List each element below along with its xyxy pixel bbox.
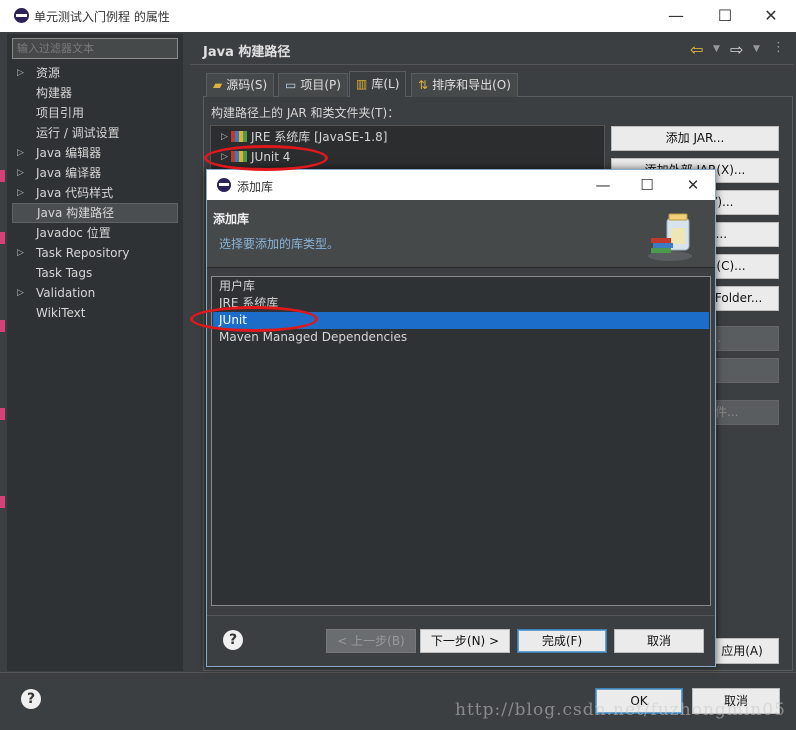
maximize-button[interactable]: ☐: [631, 173, 663, 197]
sidebar-item-label: Javadoc 位置: [36, 226, 111, 240]
sidebar-item-label: Java 代码样式: [36, 186, 114, 200]
sidebar-item-label: WikiText: [36, 306, 86, 320]
menu-icon[interactable]: ⋮: [772, 40, 785, 55]
divider: [207, 615, 715, 616]
tab-order-export[interactable]: ⇅ 排序和导出(O): [411, 73, 518, 97]
order-export-icon: ⇅: [418, 78, 429, 92]
eclipse-icon: [217, 178, 231, 192]
dialog-title: 添加库: [237, 180, 274, 194]
project-folder-icon: ▭: [285, 78, 297, 92]
tab-label: 源码(S): [226, 78, 268, 92]
annotation-ellipse-junit: [190, 306, 318, 332]
tab-label: 库(L): [371, 77, 400, 91]
arrow-left-icon[interactable]: ⇦: [690, 40, 703, 59]
expand-arrow-icon[interactable]: ▷: [17, 183, 24, 203]
list-item-maven-dependencies[interactable]: Maven Managed Dependencies: [213, 329, 709, 346]
tab-label: 排序和导出(O): [432, 78, 511, 92]
window-titlebar: 单元测试入门例程 的属性 — ☐ ✕: [0, 0, 796, 32]
expand-arrow-icon[interactable]: ▷: [17, 63, 24, 83]
sidebar-item-java-editor[interactable]: ▷ Java 编辑器: [12, 143, 178, 163]
editor-edge-mark: [0, 232, 5, 244]
sidebar-item-task-tags[interactable]: Task Tags: [12, 263, 178, 283]
sidebar-item-validation[interactable]: ▷ Validation: [12, 283, 178, 303]
sidebar-item-label: 构建器: [36, 86, 73, 100]
library-row-jre[interactable]: ▷ JRE 系统库 [JavaSE-1.8]: [221, 127, 387, 147]
dialog-header: [207, 200, 715, 268]
apply-button[interactable]: 应用(A): [705, 638, 779, 664]
chevron-down-icon[interactable]: ▼: [713, 44, 720, 54]
jar-section-label: 构建路径上的 JAR 和类文件夹(T)：: [211, 106, 400, 120]
tab-projects[interactable]: ▭ 项目(P): [278, 73, 348, 97]
sidebar-item-project-references[interactable]: 项目引用: [12, 103, 178, 123]
window-title: 单元测试入门例程 的属性: [34, 10, 170, 24]
add-library-dialog: 添加库 — ☐ ✕ 添加库 选择要添加的库类型。 用户库 JRE 系统库 JUn…: [206, 169, 716, 667]
page-title: Java 构建路径: [203, 45, 291, 60]
sidebar-item-label: Task Repository: [36, 246, 130, 260]
sidebar-item-java-build-path[interactable]: Java 构建路径: [12, 203, 178, 223]
minimize-button[interactable]: —: [660, 4, 692, 28]
library-icon: [231, 131, 247, 142]
sidebar-item-label: Java 编译器: [36, 166, 102, 180]
maximize-button[interactable]: ☐: [709, 4, 741, 28]
sidebar-item-task-repository[interactable]: ▷ Task Repository: [12, 243, 178, 263]
expand-arrow-icon[interactable]: ▷: [221, 127, 228, 147]
expand-arrow-icon[interactable]: ▷: [17, 163, 24, 183]
sidebar-item-label: Task Tags: [36, 266, 93, 280]
sidebar-item-java-code-style[interactable]: ▷ Java 代码样式: [12, 183, 178, 203]
sidebar-item-javadoc-location[interactable]: Javadoc 位置: [12, 223, 178, 243]
expand-arrow-icon[interactable]: ▷: [17, 143, 24, 163]
source-folder-icon: ▰: [213, 78, 223, 92]
divider: [190, 64, 794, 65]
next-button[interactable]: 下一步(N) >: [420, 629, 510, 653]
sidebar-item-java-compiler[interactable]: ▷ Java 编译器: [12, 163, 178, 183]
tab-source[interactable]: ▰ 源码(S): [206, 73, 275, 97]
sidebar-item-label: 项目引用: [36, 106, 85, 120]
add-jar-button[interactable]: 添加 JAR...: [611, 126, 779, 151]
finish-button[interactable]: 完成(F): [517, 629, 607, 653]
back-button[interactable]: < 上一步(B): [326, 629, 416, 653]
list-item-user-library[interactable]: 用户库: [213, 278, 709, 295]
chevron-down-icon[interactable]: ▼: [753, 44, 760, 54]
library-icon: ▥: [356, 77, 368, 91]
library-jar-banner-icon: [648, 213, 692, 261]
arrow-right-icon[interactable]: ⇨: [730, 40, 743, 59]
sidebar-item-label: Java 编辑器: [36, 146, 102, 160]
help-icon[interactable]: ?: [21, 689, 41, 709]
annotation-ellipse-junit4: [204, 145, 328, 171]
sidebar-item-run-debug-settings[interactable]: 运行 / 调试设置: [12, 123, 178, 143]
sidebar-item-label: 运行 / 调试设置: [36, 126, 120, 140]
editor-edge-mark: [0, 170, 5, 182]
filter-input[interactable]: [12, 38, 178, 59]
watermark: http://blog.csdn.net/fuzhongmin05: [455, 700, 786, 720]
tab-label: 项目(P): [300, 78, 341, 92]
sidebar-item-builders[interactable]: 构建器: [12, 83, 178, 103]
sidebar-item-resource[interactable]: ▷ 资源: [12, 63, 178, 83]
dialog-titlebar: 添加库 — ☐ ✕: [207, 170, 715, 200]
minimize-button[interactable]: —: [587, 173, 619, 197]
close-button[interactable]: ✕: [755, 4, 787, 28]
editor-edge-mark: [0, 320, 5, 332]
help-icon[interactable]: ?: [223, 630, 243, 650]
tab-libraries[interactable]: ▥ 库(L): [349, 71, 407, 97]
sidebar-item-label: Java 构建路径: [37, 206, 115, 220]
dialog-heading: 添加库: [213, 212, 250, 226]
sidebar-item-label: 资源: [36, 66, 61, 80]
editor-edge-mark: [0, 408, 5, 420]
sidebar-item-wikitext[interactable]: WikiText: [12, 303, 178, 323]
sidebar-item-label: Validation: [36, 286, 96, 300]
close-button[interactable]: ✕: [677, 173, 709, 197]
eclipse-icon: [14, 8, 29, 23]
dialog-cancel-button[interactable]: 取消: [614, 629, 704, 653]
expand-arrow-icon[interactable]: ▷: [17, 283, 24, 303]
expand-arrow-icon[interactable]: ▷: [17, 243, 24, 263]
dialog-description: 选择要添加的库类型。: [219, 237, 340, 251]
editor-edge-mark: [0, 496, 5, 508]
library-label: JRE 系统库 [JavaSE-1.8]: [251, 130, 388, 144]
